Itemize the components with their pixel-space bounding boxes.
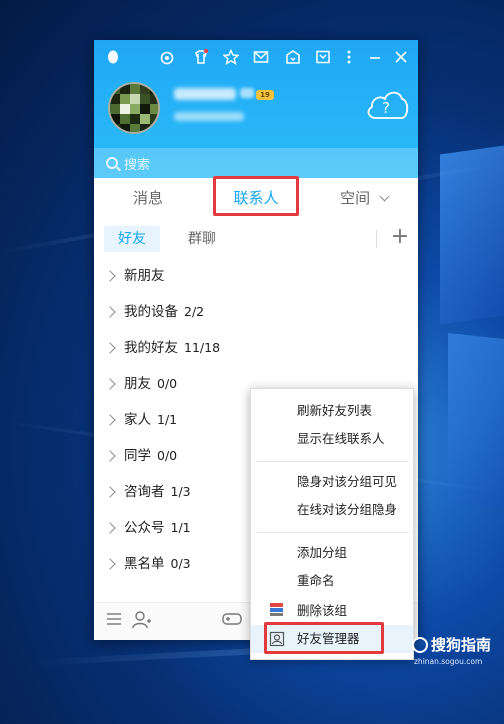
chevron-right-icon <box>104 486 116 498</box>
highlight-box-contacts <box>213 176 299 216</box>
chevron-right-icon <box>104 342 116 354</box>
menu-item-show-online[interactable]: 显示在线联系人 <box>251 425 413 453</box>
list-item[interactable]: 我的设备 2/2 <box>104 294 204 330</box>
highlight-box-friend-manager <box>264 622 384 654</box>
level-badge: 19 <box>256 90 274 100</box>
contact-subtabs: 好友 群聊 + <box>94 224 418 254</box>
add-friend-icon[interactable] <box>132 611 152 634</box>
search-placeholder: 搜索 <box>124 157 151 173</box>
qq-penguin-icon[interactable] <box>102 46 124 68</box>
menu-item-add-group[interactable]: 添加分组 <box>251 539 413 567</box>
subtab-groups[interactable]: 群聊 <box>174 226 230 252</box>
wallet-icon[interactable] <box>312 46 334 68</box>
list-item[interactable]: 新朋友 <box>104 258 171 294</box>
list-item[interactable]: 家人 1/1 <box>104 402 177 438</box>
subtab-friends[interactable]: 好友 <box>104 226 160 252</box>
chevron-right-icon <box>104 306 116 318</box>
medal-icon[interactable] <box>156 46 178 68</box>
svg-text:?: ? <box>382 99 390 117</box>
search-bar[interactable]: 搜索 <box>94 148 418 178</box>
list-item[interactable]: 公众号 1/1 <box>104 510 191 546</box>
menu-separator <box>257 461 409 462</box>
mail-icon[interactable] <box>250 46 272 68</box>
menu-item-invisible-visible[interactable]: 隐身对该分组可见 <box>251 468 413 496</box>
menu-item-online-hidden[interactable]: 在线对该分组隐身 <box>251 496 413 524</box>
divider <box>376 230 377 248</box>
more-icon[interactable] <box>338 46 360 68</box>
nickname-blurred <box>174 88 236 100</box>
sogou-watermark: 搜狗指南 zhinan.sogou.com <box>412 636 492 666</box>
chevron-down-icon <box>379 191 390 202</box>
chevron-right-icon <box>104 522 116 534</box>
game-icon[interactable] <box>222 611 242 632</box>
chevron-right-icon <box>104 450 116 462</box>
tab-space[interactable]: 空间 <box>310 178 418 218</box>
main-menu-icon[interactable] <box>106 611 122 632</box>
list-item[interactable]: 朋友 0/0 <box>104 366 177 402</box>
list-item[interactable]: 我的好友 11/18 <box>104 330 220 366</box>
list-item[interactable]: 黑名单 0/3 <box>104 546 191 582</box>
sogou-logo-icon <box>412 636 428 653</box>
chevron-right-icon <box>104 378 116 390</box>
add-icon[interactable]: + <box>388 224 412 252</box>
menu-item-delete-group[interactable]: 删除该组 <box>251 597 413 625</box>
weather-cloud-icon[interactable]: ? <box>364 86 410 122</box>
avatar[interactable] <box>108 82 160 134</box>
delete-group-icon <box>270 603 283 616</box>
chevron-right-icon <box>104 414 116 426</box>
context-menu: 刷新好友列表 显示在线联系人 隐身对该分组可见 在线对该分组隐身 添加分组 重命… <box>250 388 414 660</box>
menu-item-refresh-friends[interactable]: 刷新好友列表 <box>251 397 413 425</box>
shirt-icon[interactable] <box>190 46 212 68</box>
minimize-icon[interactable] <box>364 46 386 68</box>
list-item[interactable]: 同学 0/0 <box>104 438 177 474</box>
list-item[interactable]: 咨询者 1/3 <box>104 474 191 510</box>
close-icon[interactable] <box>390 46 412 68</box>
star-icon[interactable] <box>220 46 242 68</box>
menu-separator <box>257 532 409 533</box>
vip-icon-blurred <box>240 88 254 98</box>
title-toolbar <box>94 46 418 70</box>
search-icon <box>106 157 118 169</box>
chevron-right-icon <box>104 270 116 282</box>
chevron-right-icon <box>104 558 116 570</box>
space-icon[interactable] <box>282 46 304 68</box>
menu-item-rename[interactable]: 重命名 <box>251 567 413 595</box>
signature-blurred[interactable] <box>174 112 244 121</box>
tab-messages[interactable]: 消息 <box>94 178 202 218</box>
